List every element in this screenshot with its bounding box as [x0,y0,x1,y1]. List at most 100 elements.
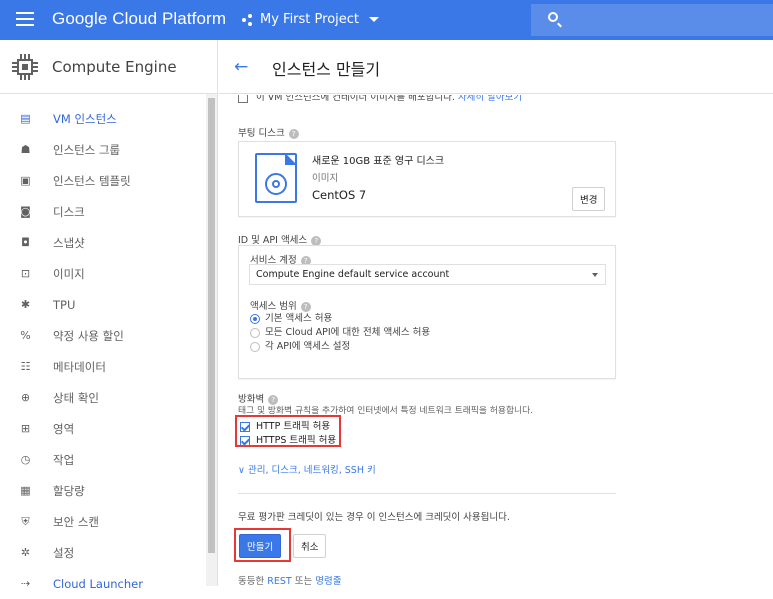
identity-card: 서비스 계정? Compute Engine default service a… [238,245,616,379]
sidebar-item-label: 인스턴스 그룹 [53,142,121,157]
dropdown-arrow-icon [592,273,598,277]
boot-disk-size: 새로운 10GB 표준 영구 디스크 [312,156,445,167]
sidebar-item-tpu[interactable]: ✱ TPU [0,289,217,320]
radio-unselected[interactable] [250,327,260,338]
disk-image-icon [255,153,297,203]
scope-option-default[interactable]: 기본 액세스 허용 [250,310,332,324]
command-line-link[interactable]: 명령줄 [315,576,341,586]
sidebar-item-instance-templates[interactable]: ▣ 인스턴스 템플릿 [0,165,217,196]
identity-label-row: ID 및 API 액세스? [238,232,322,246]
management-expander[interactable]: ∨ 관리, 디스크, 네트워킹, SSH 키 [238,462,376,476]
sidebar-item-disks[interactable]: ◙ 디스크 [0,196,217,227]
sidebar-item-instance-groups[interactable]: ☗ 인스턴스 그룹 [0,134,217,165]
boot-disk-label: 부팅 디스크 [238,128,285,139]
gear-icon: ✲ [20,546,31,559]
radio-selected[interactable] [250,313,260,324]
menu-icon[interactable] [16,12,34,26]
sidebar-item-label: 상태 확인 [53,390,99,405]
sidebar-item-label: 인스턴스 템플릿 [53,173,131,188]
project-dots-icon [242,13,254,26]
management-link[interactable]: 관리, 디스크, 네트워킹, SSH 키 [248,465,376,476]
sidebar-item-vm-instances[interactable]: ▤ VM 인스턴스 [0,103,217,134]
sidebar-item-label: 작업 [53,452,75,467]
search-icon [548,12,558,22]
page-title: 인스턴스 만들기 [272,60,381,79]
sidebar-item-label: 디스크 [53,204,85,219]
footer-or: 또는 [294,576,313,586]
sidebar-nav: ▤ VM 인스턴스 ☗ 인스턴스 그룹 ▣ 인스턴스 템플릿 ◙ 디스크 ◘ 스냅샷 ⊡ 이… [0,94,217,599]
divider [238,493,616,494]
chevron-down-icon [369,17,380,22]
image-icon: ⊡ [20,267,31,280]
boot-disk-label-row: 부팅 디스크? [238,125,299,139]
sidebar-item-label: 이미지 [53,266,85,281]
sidebar-item-operations[interactable]: ◷ 작업 [0,444,217,475]
sidebar-item-label: Cloud Launcher [53,576,143,591]
sidebar-item-metadata[interactable]: ☷ 메타데이터 [0,351,217,382]
scope-option-full[interactable]: 모든 Cloud API에 대한 전체 액세스 허용 [250,324,430,338]
container-deploy-row: 이 VM 인스턴스에 컨테이너 이미지를 배포합니다. 자세히 알아보기 [238,95,522,103]
sidebar-item-snapshots[interactable]: ◘ 스냅샷 [0,227,217,258]
sidebar-item-health-checks[interactable]: ⊕ 상태 확인 [0,382,217,413]
allow-https-row[interactable]: HTTPS 트래픽 허용 [240,432,336,446]
container-checkbox[interactable] [238,95,248,103]
sidebar-item-images[interactable]: ⊡ 이미지 [0,258,217,289]
credit-note: 무료 평가판 크레딧이 있는 경우 이 인스턴스에 크레딧이 사용됩니다. [238,512,510,523]
scope-option-label: 기본 액세스 허용 [265,313,333,324]
change-boot-disk-button[interactable]: 변경 [572,187,606,211]
sidebar-item-label: 약정 사용 할인 [53,328,124,343]
quota-icon: ▦ [20,484,31,497]
brand-title[interactable]: Google Cloud Platform [52,9,226,29]
tpu-icon: ✱ [20,298,31,311]
project-name: My First Project [260,12,360,27]
sidebar-item-quotas[interactable]: ▦ 할당량 [0,475,217,506]
percent-icon: % [20,329,31,342]
disk-icon: ◙ [20,205,31,218]
health-check-icon: ⊕ [20,391,31,404]
sidebar-item-cloud-launcher[interactable]: ⇢ Cloud Launcher [0,568,217,599]
sidebar-item-committed-use[interactable]: % 약정 사용 할인 [0,320,217,351]
instance-template-icon: ▣ [20,174,31,187]
help-icon[interactable]: ? [311,235,322,246]
https-checkbox[interactable] [240,435,250,446]
sidebar-item-settings[interactable]: ✲ 설정 [0,537,217,568]
http-checkbox[interactable] [240,421,250,432]
sidebar-item-label: 설정 [53,545,75,560]
cancel-button[interactable]: 취소 [293,534,327,558]
footer-prefix: 동등한 [238,576,265,586]
create-button[interactable]: 만들기 [239,534,282,558]
help-icon[interactable]: ? [288,128,299,139]
sidebar-item-security-scans[interactable]: ⛨ 보안 스캔 [0,506,217,537]
sidebar-scrollbar[interactable] [206,94,217,586]
service-account-value: Compute Engine default service account [256,269,450,280]
page-header: ← 인스턴스 만들기 [219,40,773,94]
shield-icon: ⛨ [21,514,30,528]
scope-option-label: 각 API에 액세스 설정 [265,341,351,352]
service-account-select[interactable]: Compute Engine default service account [249,264,606,285]
sidebar-item-label: 보안 스캔 [53,514,99,529]
sidebar: Compute Engine ▤ VM 인스턴스 ☗ 인스턴스 그룹 ▣ 인스턴스 템… [0,40,218,591]
scrollbar-thumb[interactable] [208,98,215,553]
sidebar-item-label: 영역 [53,421,75,436]
allow-https-label: HTTPS 트래픽 허용 [256,435,337,446]
sidebar-item-label: 메타데이터 [53,359,106,374]
sidebar-header: Compute Engine [0,40,217,94]
learn-more-link[interactable]: 자세히 알아보기 [458,95,522,103]
back-arrow-icon[interactable]: ← [234,59,248,76]
chevron-down-icon: ∨ [238,465,245,476]
sidebar-item-label: VM 인스턴스 [53,111,117,126]
search-input[interactable] [531,4,773,36]
scope-option-custom[interactable]: 각 API에 액세스 설정 [250,338,350,352]
scope-option-label: 모든 Cloud API에 대한 전체 액세스 허용 [265,327,431,338]
project-selector[interactable]: My First Project [242,12,380,27]
radio-unselected[interactable] [250,341,260,352]
sidebar-item-zones[interactable]: ⊞ 영역 [0,413,217,444]
create-instance-form: 이 VM 인스턴스에 컨테이너 이미지를 배포합니다. 자세히 알아보기 부팅 … [219,95,773,586]
allow-http-row[interactable]: HTTP 트래픽 허용 [240,418,330,432]
compute-engine-icon [12,53,38,80]
top-app-bar: Google Cloud Platform My First Project [0,0,773,40]
metadata-icon: ☷ [20,360,31,373]
boot-disk-image-label: 이미지 [312,173,339,184]
rest-link[interactable]: REST [267,576,291,586]
container-deploy-text: 이 VM 인스턴스에 컨테이너 이미지를 배포합니다. [256,95,455,103]
